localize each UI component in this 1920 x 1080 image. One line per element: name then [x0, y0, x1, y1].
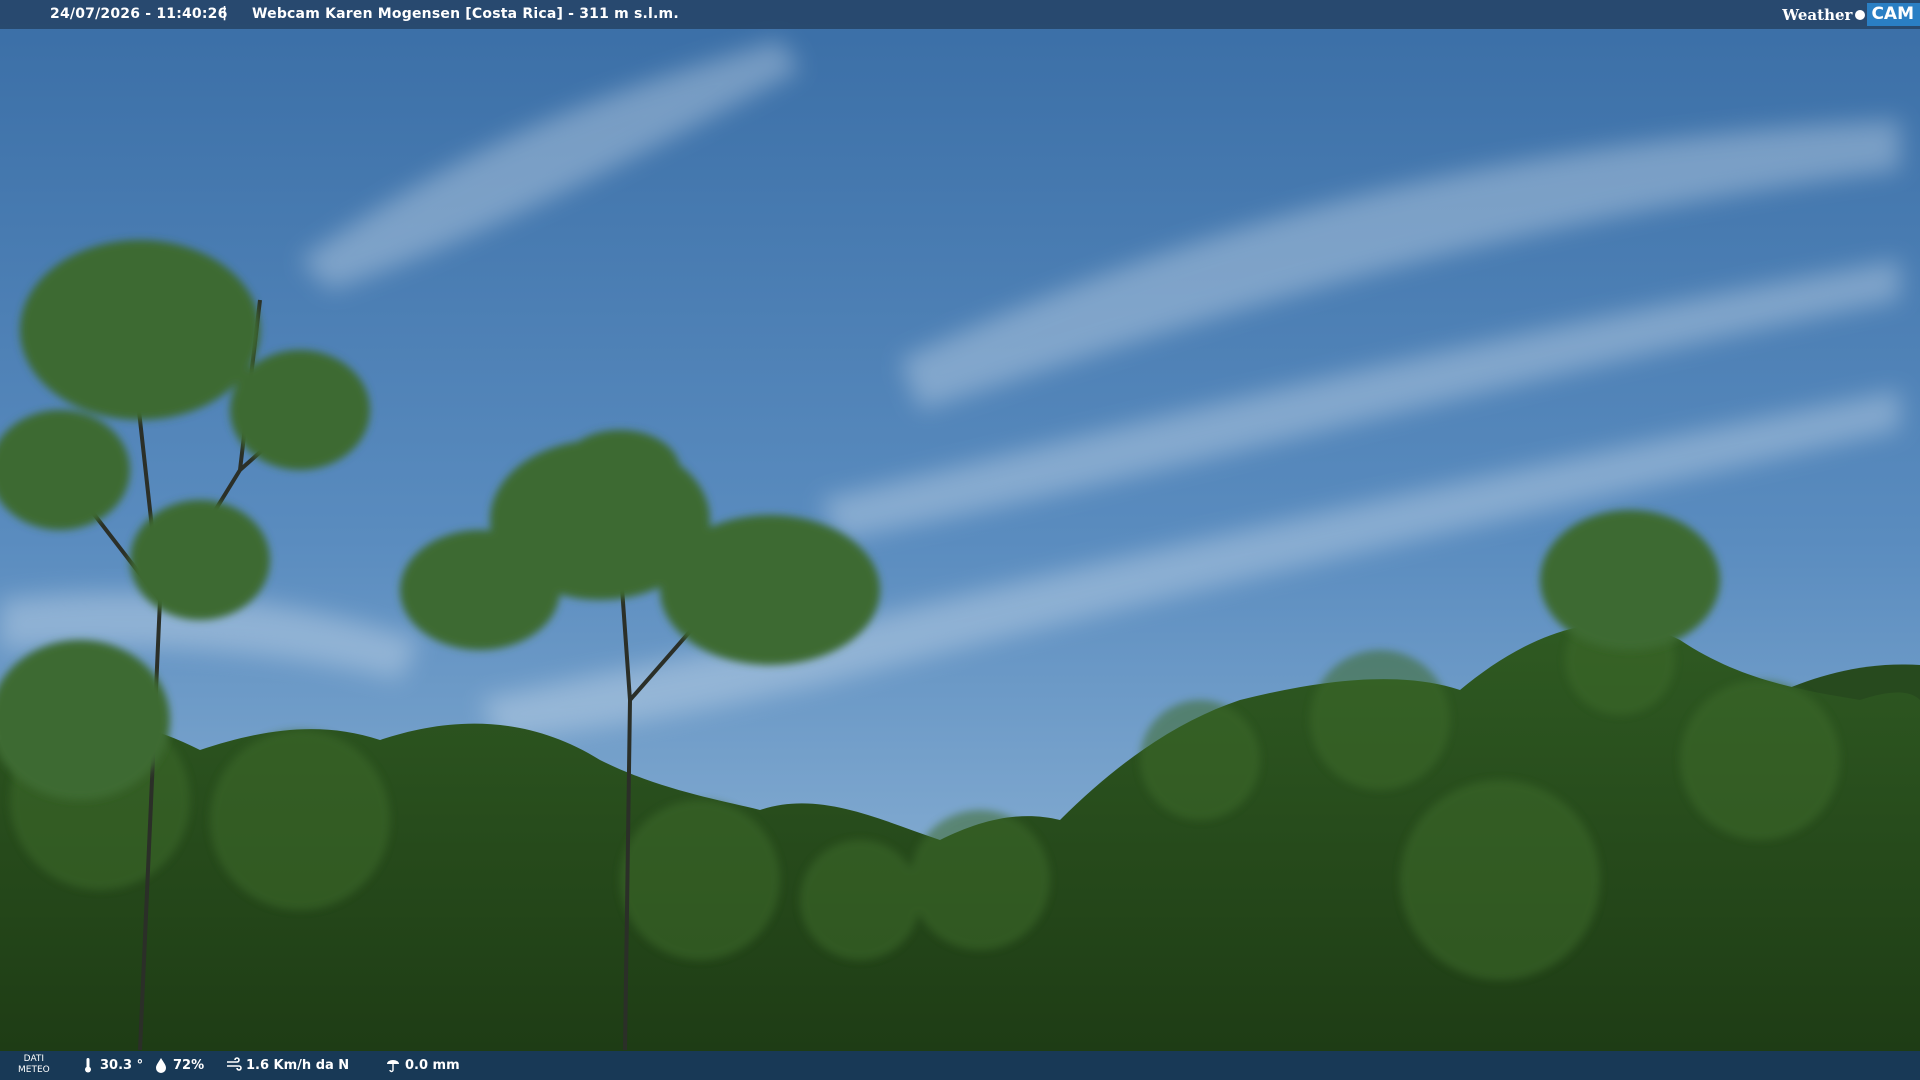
separator: | — [222, 5, 228, 21]
humidity-drop-icon — [156, 1058, 166, 1073]
humidity-readout: 72% — [153, 1057, 204, 1073]
temperature-value: 30.3 ° — [100, 1057, 144, 1073]
rain-value: 0.0 mm — [405, 1057, 460, 1073]
webcam-title: Webcam Karen Mogensen [Costa Rica] - 311… — [252, 6, 679, 22]
rain-readout: 0.0 mm — [385, 1057, 460, 1073]
thermometer-icon — [85, 1058, 91, 1073]
humidity-value: 72% — [173, 1057, 205, 1073]
timestamp: 24/07/2026 - 11:40:26 — [50, 6, 228, 22]
weathercam-logo: Weather CAM — [1782, 0, 1920, 29]
temperature-readout: 30.3 ° — [80, 1057, 143, 1073]
logo-cam: CAM — [1867, 3, 1920, 26]
info-bar: 24/07/2026 - 11:40:26 | Webcam Karen Mog… — [0, 0, 1920, 29]
wind-icon — [227, 1057, 242, 1071]
logo-dot-icon — [1855, 9, 1866, 20]
logo-word: Weather — [1782, 5, 1853, 24]
weather-data-bar: DATI METEO 30.3 ° 72% 1.6 Km/h da N 0.0 … — [0, 1051, 1920, 1080]
wind-readout: 1.6 Km/h da N — [226, 1057, 349, 1073]
webcam-image — [0, 0, 1920, 1080]
rain-gauge-icon — [387, 1060, 399, 1073]
wind-value: 1.6 Km/h da N — [246, 1057, 350, 1073]
weather-data-label: DATI METEO — [18, 1054, 50, 1075]
